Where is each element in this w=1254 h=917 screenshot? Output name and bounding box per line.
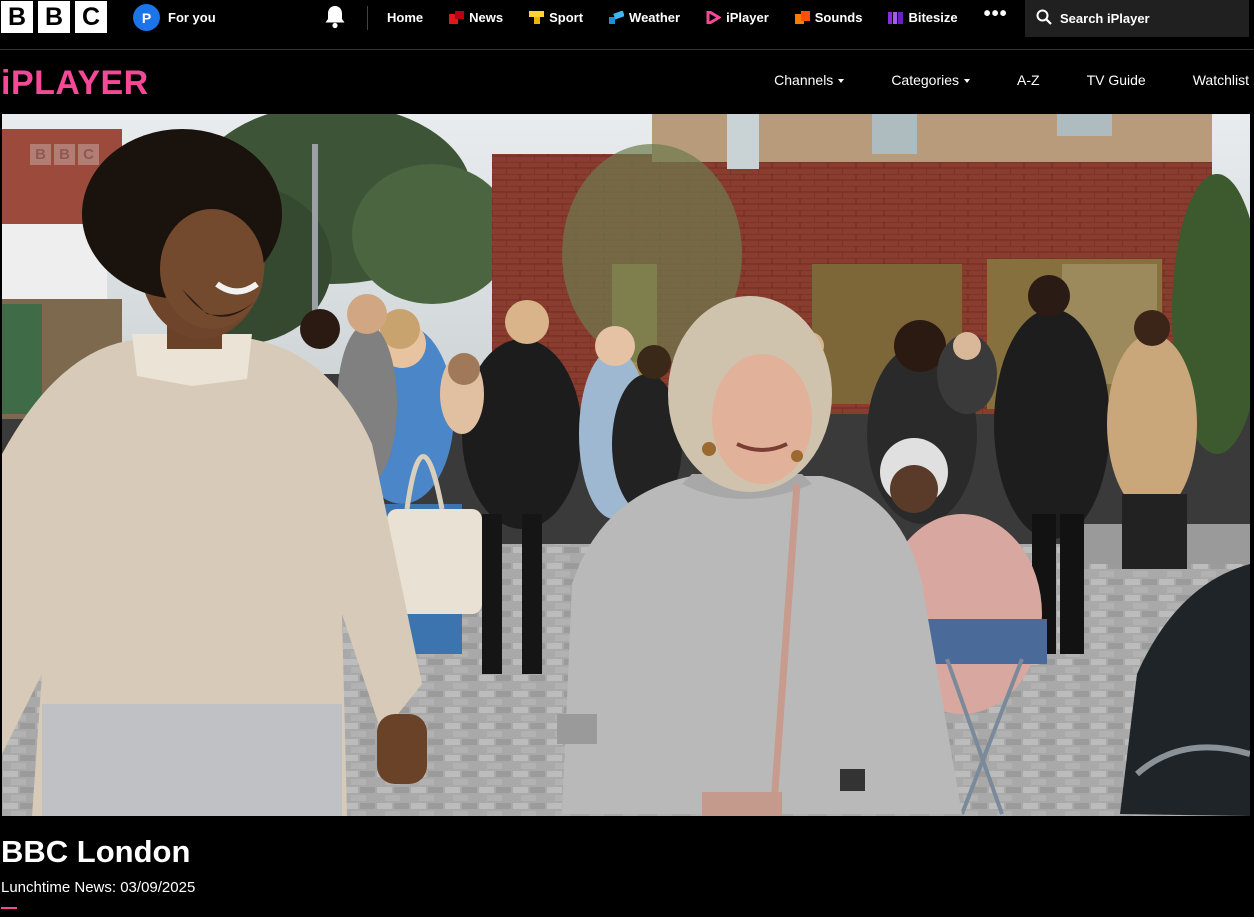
- global-nav-list: Home News Sport Weather iPlayer Sounds B…: [387, 0, 1034, 34]
- nav-item-bitesize[interactable]: Bitesize: [888, 9, 958, 25]
- iplayer-nav-channels[interactable]: Channels: [774, 72, 845, 88]
- watermark-letter: B: [54, 144, 75, 165]
- watermark-letter: B: [30, 144, 51, 165]
- iplayer-nav-list: Channels Categories A-Z TV Guide Watchli…: [727, 72, 1249, 88]
- nav-item-sport[interactable]: Sport: [529, 10, 583, 25]
- iplayer-nav-label: A-Z: [1017, 72, 1040, 88]
- search-icon: [1036, 9, 1052, 28]
- nav-item-news[interactable]: News: [449, 10, 503, 25]
- iplayer-icon: [706, 7, 723, 27]
- sport-icon: [529, 10, 545, 24]
- episode-subtitle: Lunchtime News: 03/09/2025: [1, 879, 196, 896]
- weather-icon: [609, 9, 625, 24]
- iplayer-nav-label: Watchlist: [1192, 72, 1249, 88]
- chevron-down-icon: [838, 79, 845, 83]
- iplayer-nav-watchlist[interactable]: Watchlist: [1193, 72, 1249, 88]
- search-label: Search iPlayer: [1060, 11, 1150, 26]
- nav-item-label: News: [469, 9, 504, 25]
- nav-item-label: Sport: [549, 9, 584, 25]
- bbc-logo[interactable]: B B C: [1, 1, 107, 33]
- nav-item-label: Weather: [629, 9, 681, 25]
- iplayer-nav-label: Categories: [891, 72, 960, 88]
- iplayer-nav-bar: iPLAYER Channels Categories A-Z TV Guide…: [0, 50, 1254, 114]
- video-player[interactable]: B B C: [2, 114, 1250, 816]
- nav-item-label: Bitesize: [908, 9, 958, 25]
- for-you-label: For you: [168, 10, 216, 25]
- bbc-watermark: B B C: [30, 144, 99, 165]
- iplayer-nav-a-z[interactable]: A-Z: [1017, 72, 1040, 88]
- iplayer-nav-categories[interactable]: Categories: [891, 72, 971, 88]
- iplayer-nav-label: Channels: [774, 72, 834, 88]
- bbc-logo-letter: C: [75, 1, 107, 33]
- iplayer-nav-label: TV Guide: [1086, 72, 1146, 88]
- nav-item-label: Home: [387, 9, 424, 25]
- more-menu-icon[interactable]: •••: [984, 4, 1008, 24]
- global-nav-bar: B B C P For you Home News Sport Weather …: [0, 0, 1254, 50]
- nav-divider: [367, 6, 368, 30]
- bitesize-icon: [888, 11, 904, 24]
- nav-item-home[interactable]: Home: [387, 10, 423, 25]
- nav-item-label: Sounds: [814, 9, 863, 25]
- nav-item-label: iPlayer: [726, 9, 769, 25]
- nav-item-weather[interactable]: Weather: [609, 10, 680, 25]
- chevron-down-icon: [964, 79, 971, 83]
- bbc-logo-letter: B: [38, 1, 70, 33]
- search-iplayer-button[interactable]: Search iPlayer: [1025, 0, 1249, 37]
- iplayer-logo[interactable]: iPLAYER: [1, 64, 149, 103]
- bbc-logo-letter: B: [1, 1, 33, 33]
- accent-underline: [1, 907, 17, 909]
- news-icon: [449, 10, 465, 24]
- iplayer-nav-tv-guide[interactable]: TV Guide: [1087, 72, 1146, 88]
- programme-title: BBC London: [1, 834, 191, 869]
- video-frame: [2, 114, 1250, 816]
- watermark-letter: C: [78, 144, 99, 165]
- nav-item-iplayer[interactable]: iPlayer: [706, 7, 769, 27]
- avatar: P: [133, 4, 160, 31]
- sounds-icon: [794, 10, 810, 24]
- notifications-bell-icon[interactable]: [323, 4, 347, 30]
- for-you-link[interactable]: P For you: [133, 4, 216, 31]
- nav-item-sounds[interactable]: Sounds: [794, 9, 863, 25]
